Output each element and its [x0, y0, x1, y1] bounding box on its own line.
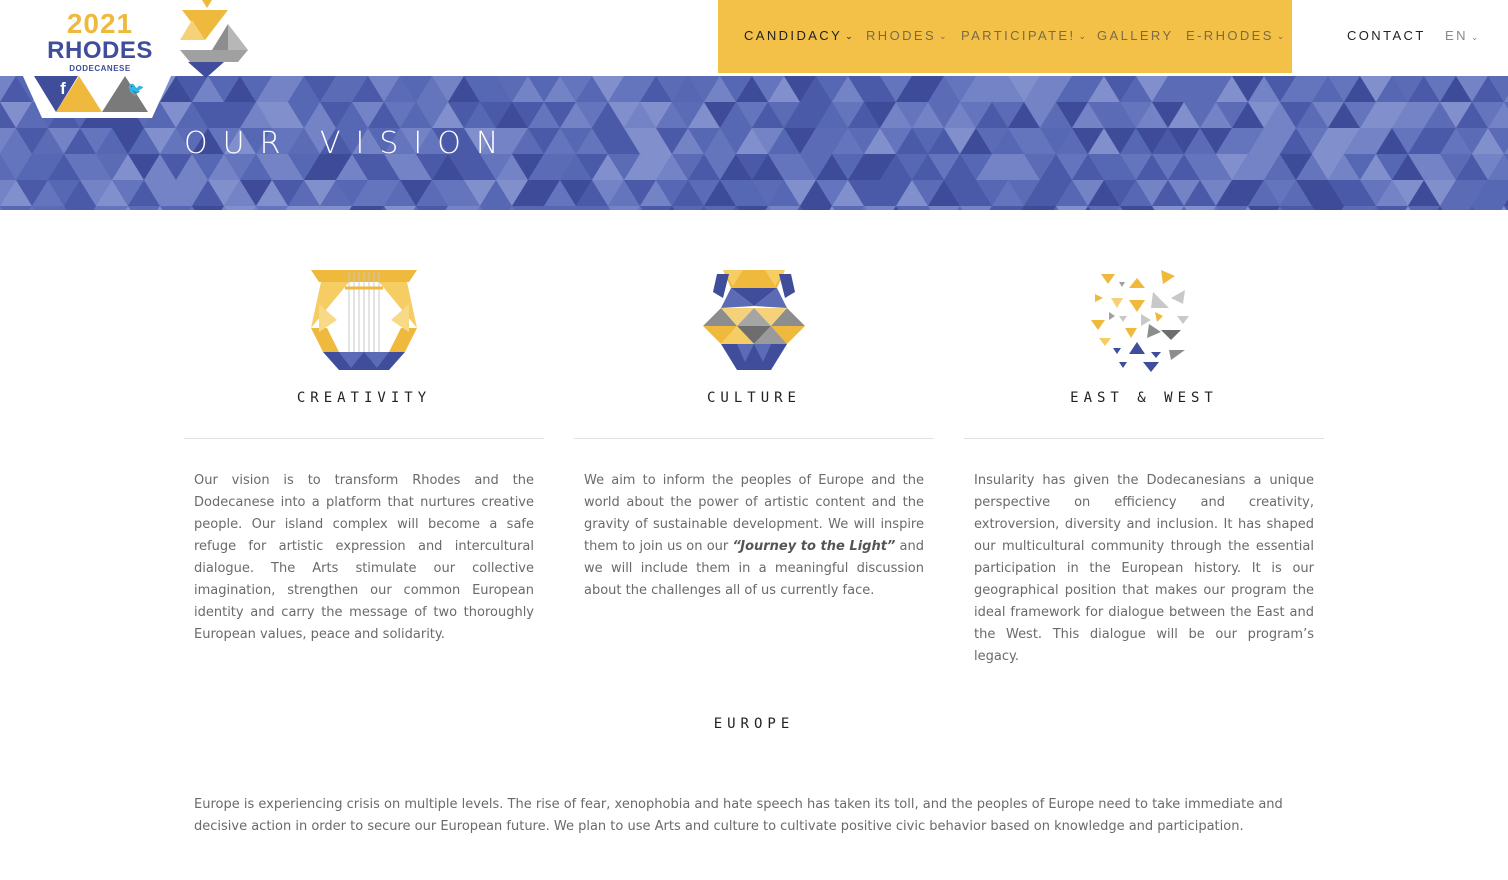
column-title: EAST & WEST [1070, 390, 1218, 406]
chevron-down-icon: ⌄ [1470, 32, 1479, 42]
logo-mark-icon [180, 0, 248, 78]
chevron-down-icon: ⌄ [1276, 31, 1285, 41]
chevron-down-icon: ⌄ [845, 31, 853, 41]
facebook-icon[interactable]: f [52, 78, 74, 100]
language-label: EN [1445, 28, 1468, 43]
column-text: We aim to inform the peoples of Europe a… [584, 470, 924, 602]
nav-candidacy[interactable]: CANDIDACY ⌄ [744, 28, 853, 43]
column-divider [184, 438, 544, 439]
europe-text: Europe is experiencing crisis on multipl… [194, 797, 1283, 834]
column-text: Our vision is to transform Rhodes and th… [194, 473, 534, 642]
chevron-down-icon: ⌄ [939, 31, 947, 41]
lyre-icon [311, 270, 417, 370]
page-title: OUR VISION [184, 126, 514, 161]
nav-rhodes[interactable]: RHODES ⌄ [866, 28, 947, 43]
scattered-triangles-icon [1091, 270, 1189, 372]
twitter-icon[interactable]: 🐦 [125, 78, 147, 100]
column-title: CREATIVITY [296, 390, 432, 406]
nav-participate-label: PARTICIPATE! [961, 28, 1076, 43]
nav-rhodes-label: RHODES [866, 28, 937, 43]
nav-participate[interactable]: PARTICIPATE! ⌄ [961, 28, 1086, 43]
amphora-icon [703, 270, 805, 370]
instagram-icon[interactable]: ◘ [86, 78, 108, 100]
column-divider [964, 438, 1324, 439]
site-logo[interactable]: 2021 RHODES DODECANESE f ◘ 🐦 [0, 0, 260, 120]
column-text-emphasis: “Journey to the Light” [732, 539, 896, 554]
main-nav: CANDIDACY ⌄ RHODES ⌄ PARTICIPATE! ⌄ GALLERY… [718, 0, 1292, 73]
language-selector[interactable]: EN ⌄ [1445, 28, 1478, 43]
chevron-down-icon: ⌄ [1078, 31, 1087, 41]
logo-region: DODECANESE [69, 64, 131, 73]
column-text: Insularity has given the Dodecanesians a… [974, 473, 1314, 664]
logo-wordmark: 2021 RHODES DODECANESE [45, 10, 155, 73]
logo-year: 2021 [66, 8, 134, 39]
column-divider [574, 438, 934, 439]
nav-contact[interactable]: CONTACT [1347, 28, 1426, 43]
nav-gallery[interactable]: GALLERY [1097, 28, 1174, 43]
europe-title: EUROPE [713, 716, 795, 732]
nav-candidacy-label: CANDIDACY [744, 28, 843, 43]
nav-erhodes-label: E-RHODES [1186, 28, 1274, 43]
column-title: CULTURE [706, 390, 801, 406]
nav-erhodes[interactable]: E-RHODES ⌄ [1186, 28, 1284, 43]
logo-city: RHODES [47, 37, 153, 64]
